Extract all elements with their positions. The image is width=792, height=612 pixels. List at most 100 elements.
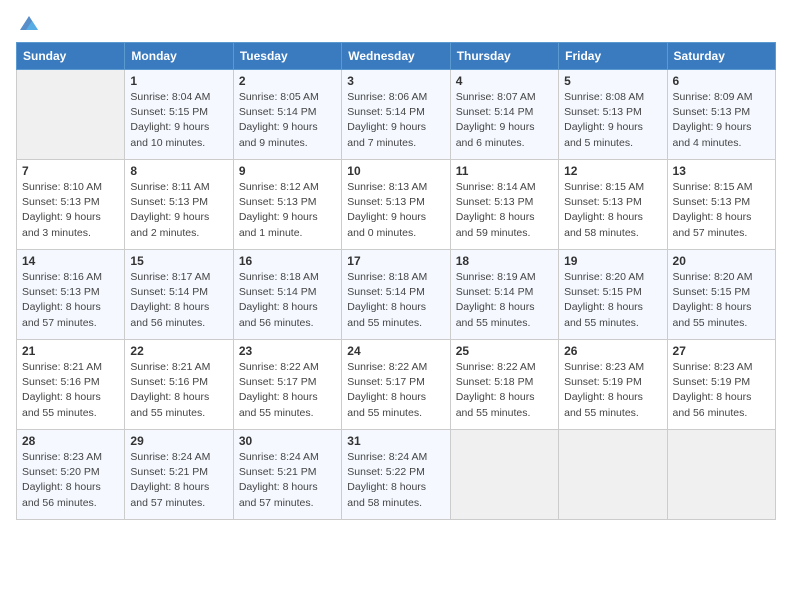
calendar-cell: 13 Sunrise: 8:15 AMSunset: 5:13 PMDayligh… <box>667 160 775 250</box>
day-info: Sunrise: 8:24 AMSunset: 5:21 PMDaylight:… <box>239 450 336 511</box>
day-number: 15 <box>130 254 227 268</box>
day-number: 13 <box>673 164 770 178</box>
calendar-cell: 27 Sunrise: 8:23 AMSunset: 5:19 PMDayligh… <box>667 340 775 430</box>
calendar-cell: 20Sunrise: 8:20 AMSunset: 5:15 PMDayligh… <box>667 250 775 340</box>
day-info: Sunrise: 8:11 AMSunset: 5:13 PMDaylight:… <box>130 180 227 241</box>
day-info: Sunrise: 8:23 AMSunset: 5:19 PMDaylight:… <box>673 360 770 421</box>
day-number: 24 <box>347 344 444 358</box>
day-number: 5 <box>564 74 661 88</box>
calendar-cell: 9 Sunrise: 8:12 AMSunset: 5:13 PMDaylight… <box>233 160 341 250</box>
logo <box>16 16 40 32</box>
day-number: 21 <box>22 344 119 358</box>
day-number: 30 <box>239 434 336 448</box>
calendar-cell: 25 Sunrise: 8:22 AMSunset: 5:18 PMDayligh… <box>450 340 558 430</box>
day-number: 2 <box>239 74 336 88</box>
day-number: 19 <box>564 254 661 268</box>
day-number: 26 <box>564 344 661 358</box>
calendar-week-row: 28Sunrise: 8:23 AMSunset: 5:20 PMDayligh… <box>17 430 776 520</box>
calendar-cell: 30 Sunrise: 8:24 AMSunset: 5:21 PMDayligh… <box>233 430 341 520</box>
calendar-cell: 24 Sunrise: 8:22 AMSunset: 5:17 PMDayligh… <box>342 340 450 430</box>
calendar-cell: 29 Sunrise: 8:24 AMSunset: 5:21 PMDayligh… <box>125 430 233 520</box>
day-number: 18 <box>456 254 553 268</box>
calendar-cell: 31 Sunrise: 8:24 AMSunset: 5:22 PMDayligh… <box>342 430 450 520</box>
header-monday: Monday <box>125 43 233 70</box>
calendar-cell <box>17 70 125 160</box>
calendar-cell: 14Sunrise: 8:16 AMSunset: 5:13 PMDayligh… <box>17 250 125 340</box>
day-info: Sunrise: 8:12 AMSunset: 5:13 PMDaylight:… <box>239 180 336 241</box>
day-number: 8 <box>130 164 227 178</box>
logo-icon <box>18 14 40 32</box>
day-number: 27 <box>673 344 770 358</box>
calendar-week-row: 1 Sunrise: 8:04 AMSunset: 5:15 PMDaylight… <box>17 70 776 160</box>
day-info: Sunrise: 8:09 AMSunset: 5:13 PMDaylight:… <box>673 90 770 151</box>
day-number: 16 <box>239 254 336 268</box>
day-info: Sunrise: 8:22 AMSunset: 5:17 PMDaylight:… <box>239 360 336 421</box>
header-wednesday: Wednesday <box>342 43 450 70</box>
calendar-week-row: 14Sunrise: 8:16 AMSunset: 5:13 PMDayligh… <box>17 250 776 340</box>
day-number: 25 <box>456 344 553 358</box>
day-info: Sunrise: 8:24 AMSunset: 5:22 PMDaylight:… <box>347 450 444 511</box>
calendar-cell: 19 Sunrise: 8:20 AMSunset: 5:15 PMDayligh… <box>559 250 667 340</box>
day-info: Sunrise: 8:21 AMSunset: 5:16 PMDaylight:… <box>22 360 119 421</box>
day-info: Sunrise: 8:05 AMSunset: 5:14 PMDaylight:… <box>239 90 336 151</box>
day-number: 11 <box>456 164 553 178</box>
calendar-cell: 16 Sunrise: 8:18 AMSunset: 5:14 PMDayligh… <box>233 250 341 340</box>
header-friday: Friday <box>559 43 667 70</box>
calendar-cell: 21 Sunrise: 8:21 AMSunset: 5:16 PMDayligh… <box>17 340 125 430</box>
calendar-cell: 6 Sunrise: 8:09 AMSunset: 5:13 PMDaylight… <box>667 70 775 160</box>
calendar-cell: 2 Sunrise: 8:05 AMSunset: 5:14 PMDaylight… <box>233 70 341 160</box>
day-info: Sunrise: 8:17 AMSunset: 5:14 PMDaylight:… <box>130 270 227 331</box>
calendar-week-row: 7Sunrise: 8:10 AMSunset: 5:13 PMDaylight… <box>17 160 776 250</box>
calendar-cell: 11 Sunrise: 8:14 AMSunset: 5:13 PMDayligh… <box>450 160 558 250</box>
header-tuesday: Tuesday <box>233 43 341 70</box>
day-info: Sunrise: 8:23 AMSunset: 5:20 PMDaylight:… <box>22 450 119 511</box>
day-info: Sunrise: 8:14 AMSunset: 5:13 PMDaylight:… <box>456 180 553 241</box>
header-sunday: Sunday <box>17 43 125 70</box>
day-number: 6 <box>673 74 770 88</box>
day-number: 23 <box>239 344 336 358</box>
day-number: 9 <box>239 164 336 178</box>
day-info: Sunrise: 8:22 AMSunset: 5:18 PMDaylight:… <box>456 360 553 421</box>
day-number: 1 <box>130 74 227 88</box>
calendar-table: SundayMondayTuesdayWednesdayThursdayFrid… <box>16 42 776 520</box>
day-number: 4 <box>456 74 553 88</box>
day-info: Sunrise: 8:13 AMSunset: 5:13 PMDaylight:… <box>347 180 444 241</box>
calendar-cell: 26 Sunrise: 8:23 AMSunset: 5:19 PMDayligh… <box>559 340 667 430</box>
header-saturday: Saturday <box>667 43 775 70</box>
day-info: Sunrise: 8:20 AMSunset: 5:15 PMDaylight:… <box>673 270 770 331</box>
day-number: 12 <box>564 164 661 178</box>
calendar-cell: 10 Sunrise: 8:13 AMSunset: 5:13 PMDayligh… <box>342 160 450 250</box>
day-info: Sunrise: 8:20 AMSunset: 5:15 PMDaylight:… <box>564 270 661 331</box>
calendar-cell: 1 Sunrise: 8:04 AMSunset: 5:15 PMDaylight… <box>125 70 233 160</box>
day-number: 29 <box>130 434 227 448</box>
day-number: 31 <box>347 434 444 448</box>
day-info: Sunrise: 8:24 AMSunset: 5:21 PMDaylight:… <box>130 450 227 511</box>
day-info: Sunrise: 8:15 AMSunset: 5:13 PMDaylight:… <box>564 180 661 241</box>
calendar-cell: 3Sunrise: 8:06 AMSunset: 5:14 PMDaylight… <box>342 70 450 160</box>
calendar-cell: 4 Sunrise: 8:07 AMSunset: 5:14 PMDaylight… <box>450 70 558 160</box>
calendar-cell: 23 Sunrise: 8:22 AMSunset: 5:17 PMDayligh… <box>233 340 341 430</box>
day-info: Sunrise: 8:18 AMSunset: 5:14 PMDaylight:… <box>347 270 444 331</box>
calendar-cell: 7Sunrise: 8:10 AMSunset: 5:13 PMDaylight… <box>17 160 125 250</box>
day-info: Sunrise: 8:10 AMSunset: 5:13 PMDaylight:… <box>22 180 119 241</box>
day-info: Sunrise: 8:04 AMSunset: 5:15 PMDaylight:… <box>130 90 227 151</box>
day-info: Sunrise: 8:16 AMSunset: 5:13 PMDaylight:… <box>22 270 119 331</box>
day-info: Sunrise: 8:23 AMSunset: 5:19 PMDaylight:… <box>564 360 661 421</box>
calendar-cell <box>667 430 775 520</box>
calendar-cell: 12 Sunrise: 8:15 AMSunset: 5:13 PMDayligh… <box>559 160 667 250</box>
header-thursday: Thursday <box>450 43 558 70</box>
day-number: 10 <box>347 164 444 178</box>
day-info: Sunrise: 8:22 AMSunset: 5:17 PMDaylight:… <box>347 360 444 421</box>
calendar-cell: 15 Sunrise: 8:17 AMSunset: 5:14 PMDayligh… <box>125 250 233 340</box>
calendar-cell: 17Sunrise: 8:18 AMSunset: 5:14 PMDayligh… <box>342 250 450 340</box>
calendar-cell: 8 Sunrise: 8:11 AMSunset: 5:13 PMDaylight… <box>125 160 233 250</box>
day-info: Sunrise: 8:07 AMSunset: 5:14 PMDaylight:… <box>456 90 553 151</box>
day-info: Sunrise: 8:15 AMSunset: 5:13 PMDaylight:… <box>673 180 770 241</box>
day-info: Sunrise: 8:19 AMSunset: 5:14 PMDaylight:… <box>456 270 553 331</box>
page-header <box>16 16 776 32</box>
day-number: 22 <box>130 344 227 358</box>
day-info: Sunrise: 8:18 AMSunset: 5:14 PMDaylight:… <box>239 270 336 331</box>
calendar-cell: 22Sunrise: 8:21 AMSunset: 5:16 PMDayligh… <box>125 340 233 430</box>
calendar-cell <box>559 430 667 520</box>
calendar-cell: 18 Sunrise: 8:19 AMSunset: 5:14 PMDayligh… <box>450 250 558 340</box>
